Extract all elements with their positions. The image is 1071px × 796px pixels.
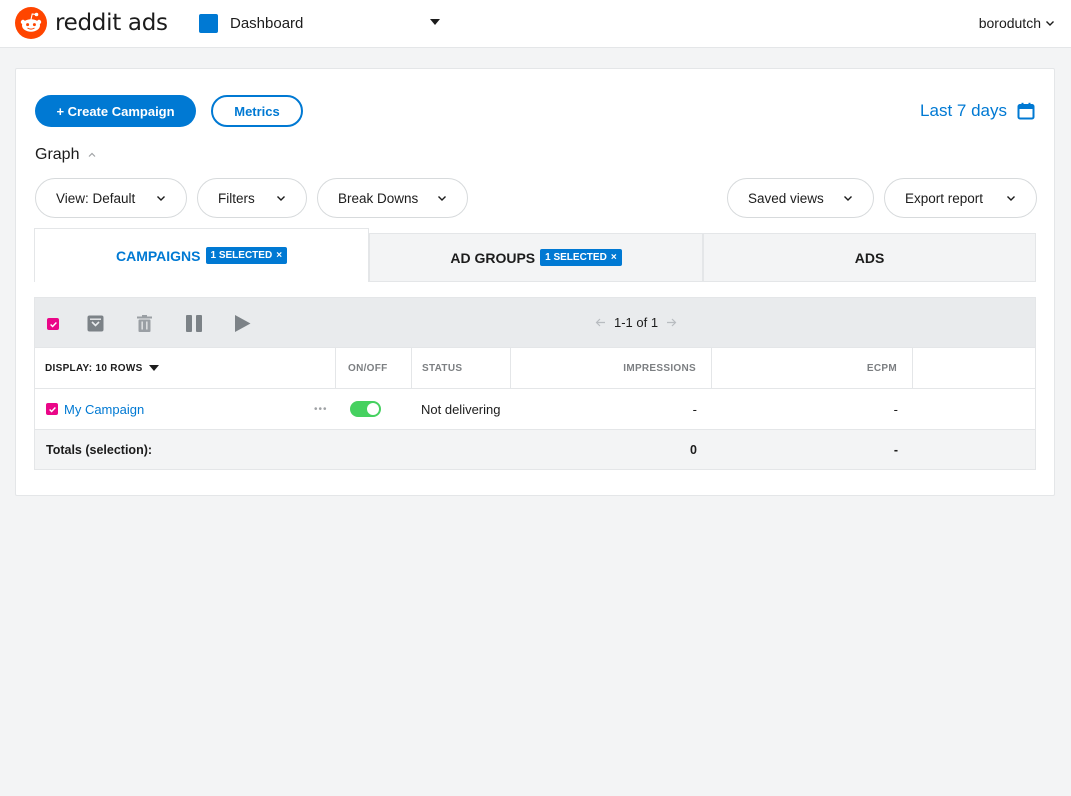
caret-down-icon: [430, 19, 440, 25]
tab-campaigns-label: CAMPAIGNS: [115, 247, 201, 264]
display-rows-label: DISPLAY: 10 ROWS: [45, 362, 143, 374]
reddit-ads-logo[interactable]: reddit ads: [15, 7, 168, 39]
archive-icon[interactable]: [87, 315, 104, 332]
chevron-down-icon: [277, 196, 285, 201]
table-row: My Campaign ••• Not delivering - -: [34, 389, 1036, 430]
totals-ecpm: -: [893, 442, 898, 457]
play-icon[interactable]: [234, 315, 251, 332]
display-rows-dropdown[interactable]: DISPLAY: 10 ROWS: [35, 348, 336, 388]
totals-label: Totals (selection):: [46, 442, 153, 457]
arrow-left-icon[interactable]: [595, 317, 606, 328]
select-all-checkbox[interactable]: [47, 318, 59, 330]
tab-ads-label: ADS: [854, 249, 885, 266]
status-cell: Not delivering: [421, 401, 501, 417]
chevron-down-icon: [438, 196, 446, 201]
chevron-down-icon: [1046, 21, 1054, 26]
column-ecpm[interactable]: ECPM: [712, 348, 913, 388]
campaigns-card: + Create Campaign Metrics Last 7 days Gr…: [15, 68, 1055, 496]
toggle-knob: [367, 403, 379, 415]
filters-dropdown-label: Filters: [218, 190, 255, 206]
more-options-icon[interactable]: •••: [314, 389, 328, 429]
export-report-label: Export report: [905, 190, 984, 206]
chevron-down-icon: [157, 196, 165, 201]
account-switcher[interactable]: Dashboard: [199, 14, 440, 33]
table-toolbar: 1-1 of 1: [34, 297, 1036, 348]
check-icon: [49, 321, 57, 328]
user-menu[interactable]: borodutch: [979, 15, 1055, 31]
export-report-dropdown[interactable]: Export report: [884, 178, 1037, 218]
chevron-down-icon: [1007, 196, 1015, 201]
close-icon[interactable]: ×: [276, 250, 282, 261]
filters-dropdown[interactable]: Filters: [197, 178, 307, 218]
tab-campaigns[interactable]: CAMPAIGNS 1 SELECTED ×: [34, 228, 369, 282]
brand-text: reddit ads: [55, 10, 168, 36]
saved-views-label: Saved views: [748, 190, 824, 206]
graph-label: Graph: [35, 146, 80, 163]
totals-impressions: 0: [690, 442, 697, 457]
ecpm-cell: -: [893, 401, 898, 417]
pagination-label: 1-1 of 1: [614, 315, 659, 330]
date-range-label: Last 7 days: [920, 101, 1007, 120]
breakdowns-dropdown[interactable]: Break Downs: [317, 178, 468, 218]
caret-down-icon: [148, 365, 159, 371]
column-status[interactable]: STATUS: [412, 348, 511, 388]
close-icon[interactable]: ×: [611, 252, 617, 263]
pagination: 1-1 of 1: [595, 315, 677, 330]
tab-ad-groups[interactable]: AD GROUPS 1 SELECTED ×: [369, 233, 703, 282]
impressions-cell: -: [692, 401, 697, 417]
graph-toggle[interactable]: Graph: [35, 146, 97, 164]
onoff-cell: [350, 389, 381, 429]
column-impressions[interactable]: IMPRESSIONS: [511, 348, 712, 388]
chevron-down-icon: [844, 196, 852, 201]
trash-icon[interactable]: [137, 315, 152, 332]
badge-label: 1 SELECTED: [210, 250, 273, 261]
campaign-name-link[interactable]: My Campaign: [64, 402, 144, 417]
campaigns-selected-badge: 1 SELECTED ×: [205, 247, 288, 264]
campaign-name-cell: My Campaign: [46, 389, 144, 429]
check-icon: [48, 406, 56, 413]
saved-views-dropdown[interactable]: Saved views: [727, 178, 874, 218]
view-dropdown-label: View: Default: [56, 190, 136, 206]
totals-row: Totals (selection): 0 -: [34, 430, 1036, 470]
tab-ads[interactable]: ADS: [703, 233, 1036, 282]
username: borodutch: [978, 15, 1041, 31]
create-campaign-button[interactable]: + Create Campaign: [35, 95, 196, 127]
top-bar: reddit ads Dashboard borodutch: [0, 0, 1071, 48]
calendar-icon: [1017, 102, 1035, 120]
breakdowns-dropdown-label: Break Downs: [338, 190, 419, 206]
view-dropdown[interactable]: View: Default: [35, 178, 187, 218]
date-range-picker[interactable]: Last 7 days: [920, 101, 1035, 121]
campaign-toggle[interactable]: [350, 401, 381, 417]
arrow-right-icon[interactable]: [666, 317, 677, 328]
ad-groups-selected-badge: 1 SELECTED ×: [540, 249, 622, 266]
column-onoff[interactable]: ON/OFF: [336, 348, 412, 388]
table-header: DISPLAY: 10 ROWS ON/OFF STATUS IMPRESSIO…: [34, 348, 1036, 389]
row-checkbox[interactable]: [46, 403, 58, 415]
metrics-button[interactable]: Metrics: [211, 95, 303, 127]
chevron-up-icon: [89, 152, 96, 157]
reddit-logo-icon: [15, 7, 47, 39]
account-label: Dashboard: [230, 15, 304, 32]
tab-ad-groups-label: AD GROUPS: [450, 249, 536, 266]
badge-label: 1 SELECTED: [545, 252, 607, 263]
pause-icon[interactable]: [186, 315, 202, 332]
account-icon: [199, 14, 218, 33]
